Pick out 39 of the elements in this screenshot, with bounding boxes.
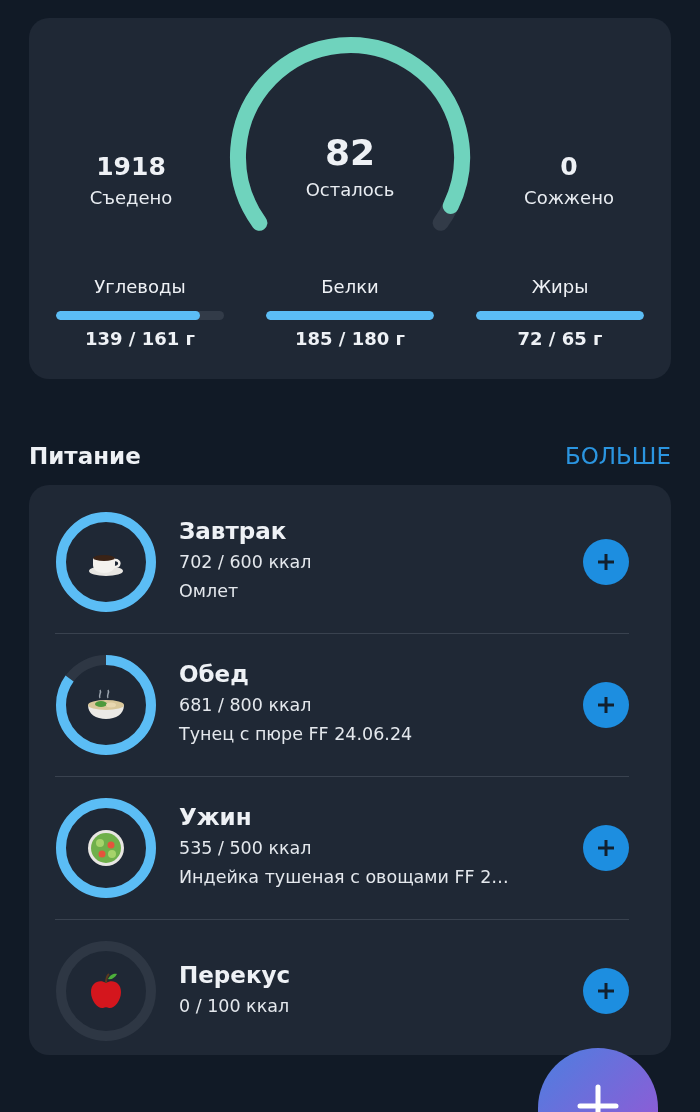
macro-name: Углеводы <box>93 276 187 297</box>
meal-foods: Индейка тушеная с овощами FF 2… <box>179 866 510 889</box>
apple-icon <box>91 973 121 1009</box>
add-meal-button[interactable] <box>583 539 629 585</box>
plus-icon <box>597 839 615 857</box>
meal-name: Перекус <box>179 961 292 988</box>
macro-reading: 185 / 180 г <box>294 328 406 349</box>
eaten-value: 1918 <box>95 152 167 181</box>
macro-name: Белки <box>320 276 380 297</box>
eaten-label: Съедено <box>88 187 174 208</box>
cup-icon <box>89 555 123 576</box>
add-meal-button[interactable] <box>583 682 629 728</box>
more-link[interactable]: БОЛЬШЕ <box>564 443 671 469</box>
add-meal-button[interactable] <box>583 968 629 1014</box>
remaining-value: 82 <box>323 132 377 173</box>
section-title: Питание <box>29 443 141 469</box>
meal-name: Ужин <box>179 804 253 830</box>
add-meal-button[interactable] <box>583 825 629 871</box>
plus-icon <box>597 982 615 1000</box>
burned-label: Сожжено <box>523 187 615 208</box>
meal-calories: 702 / 600 ккал <box>179 551 313 574</box>
burned-value: 0 <box>559 152 579 181</box>
macro-name: Жиры <box>530 276 590 297</box>
ring-track <box>65 655 107 682</box>
salad-icon <box>88 830 124 866</box>
bowl-icon <box>88 689 124 719</box>
meal-foods: Тунец с пюре FF 24.06.24 <box>179 723 414 746</box>
plus-icon <box>576 1084 620 1112</box>
remaining-label: Осталось <box>304 179 396 200</box>
meal-foods: Омлет <box>179 580 240 603</box>
meal-calories: 681 / 800 ккал <box>179 694 313 717</box>
meal-calories: 535 / 500 ккал <box>179 837 313 860</box>
plus-icon <box>597 553 615 571</box>
meal-calories: 0 / 100 ккал <box>179 994 291 1018</box>
meal-name: Завтрак <box>179 518 288 544</box>
macro-reading: 139 / 161 г <box>84 328 196 349</box>
macro-reading: 72 / 65 г <box>516 328 604 349</box>
meal-name: Обед <box>179 661 250 687</box>
plus-icon <box>597 696 615 714</box>
